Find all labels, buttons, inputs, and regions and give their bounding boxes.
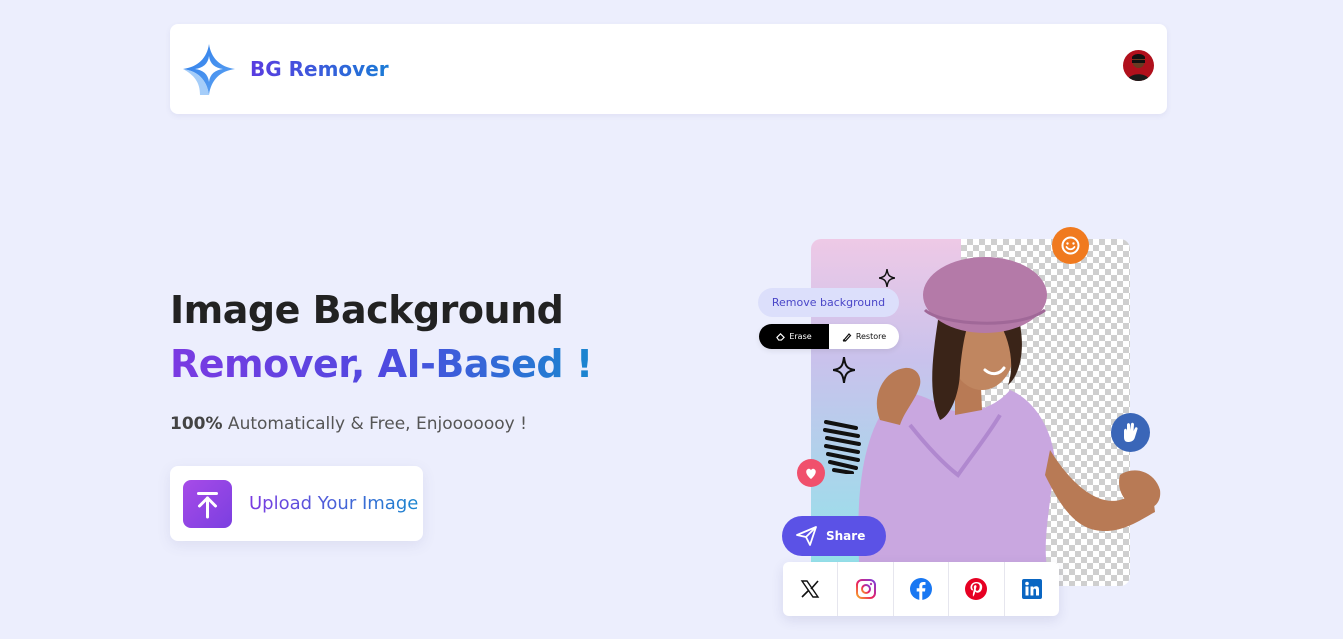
brand-name[interactable]: BG Remover: [250, 57, 389, 81]
sparkle-logo-icon[interactable]: [182, 42, 238, 98]
facebook-icon[interactable]: [894, 562, 950, 616]
hero-title-line1: Image Background: [170, 288, 564, 332]
instagram-icon[interactable]: [838, 562, 894, 616]
erase-restore-toggle: Erase Restore: [759, 324, 899, 349]
upload-button-label: Upload Your Image: [249, 493, 419, 514]
x-icon[interactable]: [783, 562, 839, 616]
upload-arrow-icon: [183, 480, 232, 528]
subtitle-text: Automatically & Free, Enjooooooy !: [222, 414, 527, 434]
subtitle-highlight: 100%: [170, 414, 223, 434]
hero-title-line2: Remover, AI-Based !: [170, 342, 593, 386]
paper-plane-icon: [796, 526, 817, 546]
social-share-bar: [783, 562, 1059, 616]
upload-image-button[interactable]: Upload Your Image: [170, 466, 423, 541]
erase-label: Erase: [789, 332, 812, 341]
user-avatar[interactable]: [1123, 50, 1154, 81]
remove-background-button[interactable]: Remove background: [758, 288, 899, 317]
erase-button[interactable]: Erase: [759, 324, 829, 349]
hero-subtitle: 100% Automatically & Free, Enjooooooy !: [170, 414, 527, 434]
share-button[interactable]: Share: [782, 516, 886, 556]
restore-button[interactable]: Restore: [829, 324, 899, 349]
sparkle-large-icon: [833, 357, 855, 383]
avatar-image: [1123, 50, 1154, 81]
brush-icon: [842, 332, 852, 342]
sparkle-small-icon: [879, 269, 895, 287]
pinterest-icon[interactable]: [949, 562, 1005, 616]
heart-icon[interactable]: [797, 459, 825, 487]
eraser-icon: [776, 332, 786, 341]
share-label: Share: [826, 529, 866, 543]
smile-icon[interactable]: [1052, 227, 1089, 264]
linkedin-icon[interactable]: [1005, 562, 1059, 616]
hand-icon[interactable]: [1111, 413, 1150, 452]
restore-label: Restore: [855, 332, 887, 341]
